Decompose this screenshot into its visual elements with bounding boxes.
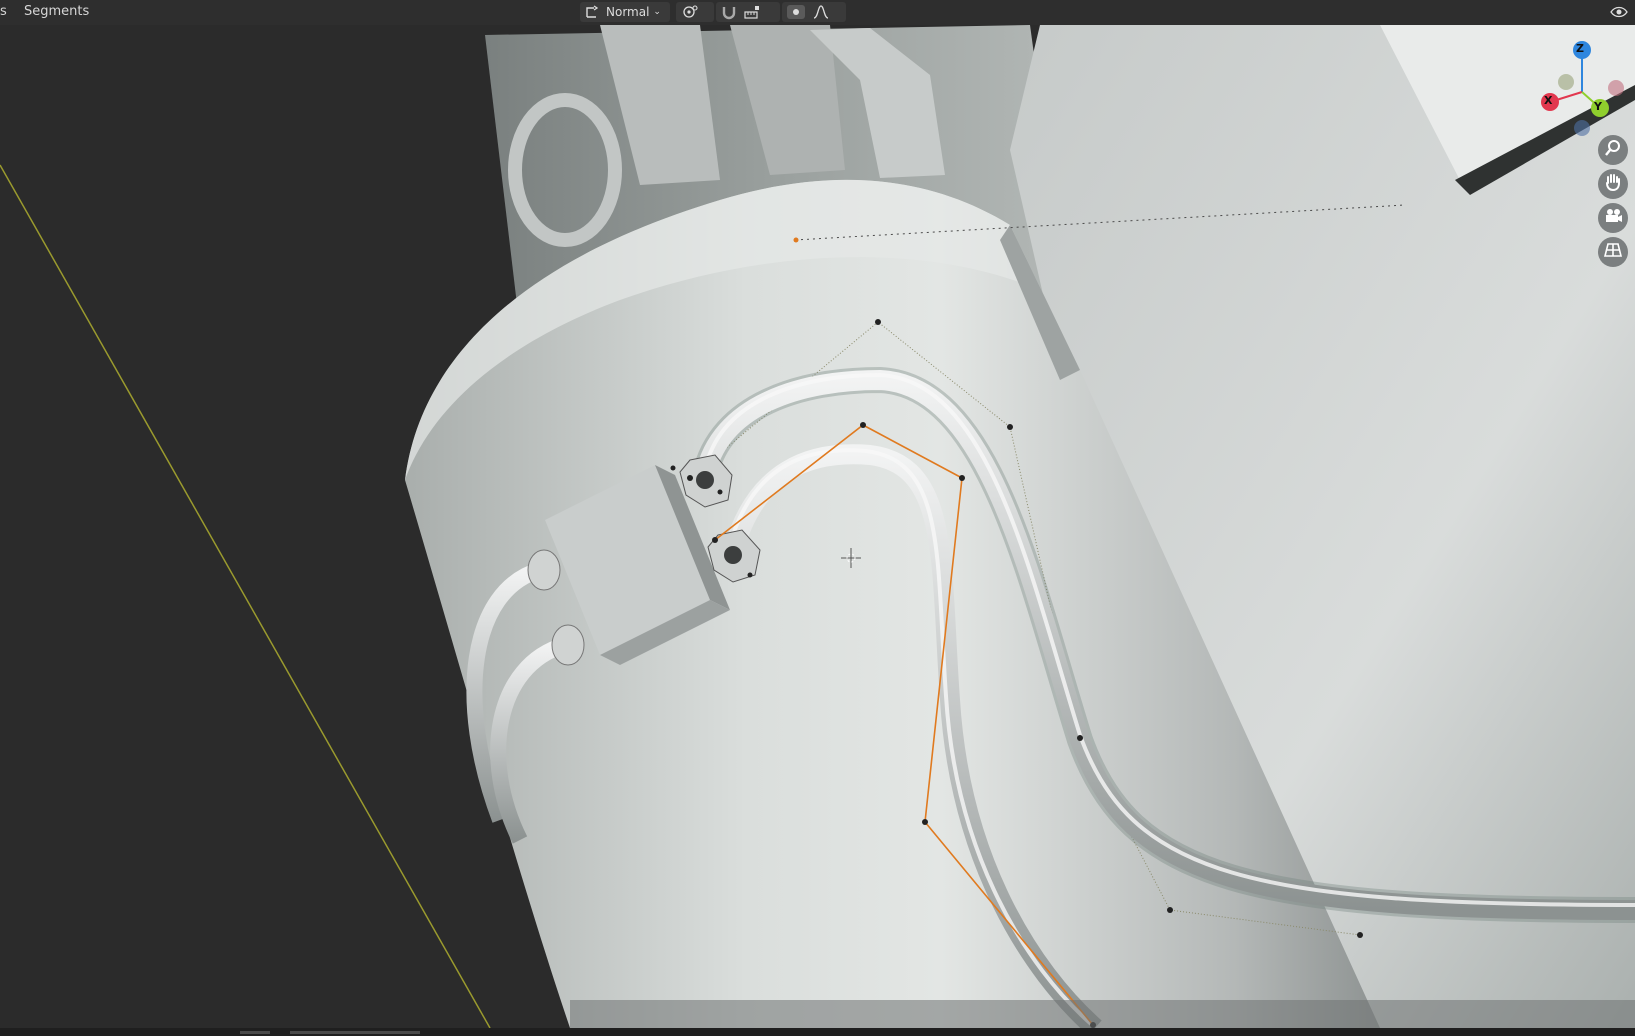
- gizmo-z-label: Z: [1576, 42, 1584, 55]
- status-strip-tab: [240, 1031, 270, 1034]
- camera-icon: [1603, 206, 1623, 230]
- viewport-header: s Segments Normal ⌄: [0, 0, 1635, 26]
- transform-orientation-label: Normal: [606, 5, 650, 19]
- gizmo-y-label: Y: [1594, 100, 1602, 113]
- proportional-editing[interactable]: [782, 2, 846, 22]
- viewport-overlay-icon[interactable]: [1609, 3, 1629, 25]
- snap-controls[interactable]: [716, 2, 780, 22]
- proportional-edit-icon[interactable]: [786, 4, 806, 20]
- perspective-toggle-button[interactable]: [1598, 237, 1628, 267]
- navigation-gizmo[interactable]: Z X Y: [1530, 40, 1630, 140]
- menu-item-partial[interactable]: s: [0, 4, 7, 19]
- snap-magnet-icon[interactable]: [720, 4, 738, 20]
- viewport-scene: [0, 25, 1635, 1028]
- pivot-point-icon: [680, 4, 700, 20]
- pan-hand-icon: [1603, 172, 1623, 196]
- pivot-point-dropdown[interactable]: [676, 2, 714, 22]
- 3d-cursor-icon: [841, 548, 861, 568]
- zoom-icon: [1603, 138, 1623, 162]
- snap-target-icon[interactable]: [742, 4, 764, 20]
- 3d-viewport[interactable]: Z X Y: [0, 25, 1635, 1028]
- transform-orientation-dropdown[interactable]: Normal ⌄: [580, 2, 670, 22]
- zoom-button[interactable]: [1598, 135, 1628, 165]
- falloff-curve-icon[interactable]: [812, 4, 830, 20]
- transform-orientation-icon: [584, 4, 602, 20]
- pan-button[interactable]: [1598, 169, 1628, 199]
- status-strip-tab: [290, 1031, 420, 1034]
- chevron-down-icon: ⌄: [653, 7, 661, 17]
- gizmo-x-label: X: [1544, 94, 1553, 107]
- menu-segments[interactable]: Segments: [24, 4, 89, 19]
- perspective-grid-icon: [1603, 240, 1623, 264]
- camera-view-button[interactable]: [1598, 203, 1628, 233]
